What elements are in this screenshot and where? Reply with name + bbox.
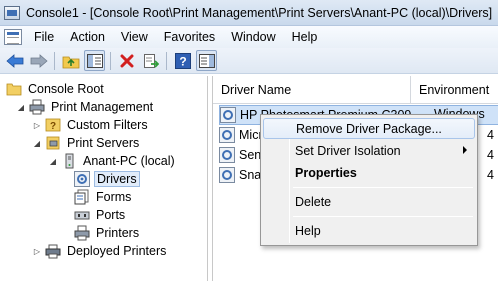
tree-item-anant-pc-local[interactable]: ◢ Anant-PC (local) bbox=[48, 152, 177, 170]
menu-item-label: Delete bbox=[295, 194, 332, 209]
tree-item-ports[interactable]: Ports bbox=[74, 206, 127, 224]
list-header: Driver Name Environment bbox=[213, 76, 498, 104]
delete-button[interactable] bbox=[116, 50, 137, 71]
menu-item-properties[interactable]: Properties bbox=[263, 162, 475, 183]
expanded-arrow-icon[interactable]: ◢ bbox=[16, 102, 26, 112]
expanded-arrow-icon[interactable]: ◢ bbox=[32, 138, 42, 148]
menu-file[interactable]: File bbox=[26, 26, 62, 48]
driver-icon bbox=[219, 147, 235, 163]
forms-icon bbox=[74, 189, 90, 205]
tree-item-custom-filters[interactable]: ▷ ? Custom Filters bbox=[32, 116, 150, 134]
tree-item-print-servers[interactable]: ◢ Print Servers bbox=[32, 134, 141, 152]
console-tree-pane[interactable]: Console Root ◢ Print Management ▷ ? Cust… bbox=[0, 76, 208, 281]
driver-icon bbox=[219, 127, 235, 143]
tree-item-label: Forms bbox=[96, 190, 132, 204]
filter-folder-icon: ? bbox=[45, 117, 61, 133]
driver-environment: 4 bbox=[487, 148, 494, 162]
export-list-button[interactable] bbox=[140, 50, 161, 71]
menu-bar: File Action View Favorites Window Help bbox=[0, 26, 498, 48]
menu-separator bbox=[293, 187, 473, 188]
driver-icon bbox=[219, 167, 235, 183]
menu-help[interactable]: Help bbox=[284, 26, 326, 48]
menu-view[interactable]: View bbox=[113, 26, 156, 48]
forward-arrow-icon bbox=[30, 53, 48, 68]
tree-item-deployed-printers[interactable]: ▷ Deployed Printers bbox=[32, 242, 168, 260]
context-menu: Remove Driver Package... Set Driver Isol… bbox=[260, 114, 478, 246]
tree-item-drivers[interactable]: Drivers bbox=[74, 170, 140, 188]
column-header-driver-name[interactable]: Driver Name bbox=[213, 76, 411, 104]
show-action-pane-icon bbox=[198, 53, 215, 68]
ports-icon bbox=[74, 207, 90, 223]
export-list-icon bbox=[143, 53, 159, 68]
toolbar-separator bbox=[110, 51, 111, 70]
up-folder-icon bbox=[62, 56, 79, 68]
back-arrow-icon bbox=[5, 53, 23, 68]
console-system-menu-icon[interactable] bbox=[4, 29, 22, 45]
mmc-app-icon bbox=[4, 5, 20, 20]
menu-item-label: Properties bbox=[295, 165, 357, 180]
printer-icon bbox=[74, 225, 90, 241]
show-hide-console-tree-button[interactable] bbox=[84, 50, 105, 71]
collapsed-arrow-icon[interactable]: ▷ bbox=[32, 246, 42, 256]
tree-item-label: Printers bbox=[96, 226, 140, 240]
show-hide-action-pane-button[interactable] bbox=[196, 50, 217, 71]
svg-text:?: ? bbox=[179, 54, 186, 68]
tree-item-label: Console Root bbox=[28, 82, 104, 96]
tree-item-label: Drivers bbox=[94, 171, 140, 187]
tree-item-label: Anant-PC (local) bbox=[83, 154, 175, 168]
menu-action[interactable]: Action bbox=[62, 26, 113, 48]
menu-window[interactable]: Window bbox=[223, 26, 283, 48]
help-icon: ? bbox=[174, 52, 191, 69]
menu-item-set-driver-isolation[interactable]: Set Driver Isolation bbox=[263, 140, 475, 161]
menu-favorites[interactable]: Favorites bbox=[156, 26, 223, 48]
up-one-level-button[interactable] bbox=[60, 50, 81, 71]
tree-item-label: Print Servers bbox=[67, 136, 140, 150]
folder-icon bbox=[6, 81, 22, 97]
back-button[interactable] bbox=[4, 50, 25, 71]
title-bar[interactable]: Console1 - [Console Root\Print Managemen… bbox=[0, 0, 498, 26]
computer-icon bbox=[61, 153, 77, 169]
printer-management-icon bbox=[29, 99, 45, 115]
svg-text:?: ? bbox=[50, 121, 56, 132]
tree-item-printers[interactable]: Printers bbox=[74, 224, 141, 242]
toolbar: ? bbox=[0, 48, 498, 74]
submenu-arrow-icon bbox=[463, 146, 467, 154]
toolbar-separator bbox=[166, 51, 167, 70]
tree-item-label: Deployed Printers bbox=[67, 244, 167, 258]
driver-environment: 4 bbox=[487, 168, 494, 182]
tree-item-console-root[interactable]: Console Root bbox=[6, 80, 106, 98]
forward-button[interactable] bbox=[28, 50, 49, 71]
tree-item-label: Ports bbox=[96, 208, 126, 222]
drivers-gear-icon bbox=[74, 171, 90, 187]
menu-item-label: Set Driver Isolation bbox=[295, 143, 401, 158]
menu-item-label: Remove Driver Package... bbox=[296, 121, 442, 136]
menu-separator bbox=[293, 216, 473, 217]
driver-icon bbox=[220, 107, 236, 123]
menu-item-remove-driver-package[interactable]: Remove Driver Package... bbox=[263, 118, 475, 139]
tree-item-print-management[interactable]: ◢ Print Management bbox=[16, 98, 155, 116]
show-hide-tree-icon bbox=[86, 53, 103, 68]
expanded-arrow-icon[interactable]: ◢ bbox=[48, 156, 58, 166]
collapsed-arrow-icon[interactable]: ▷ bbox=[32, 120, 42, 130]
tree-item-label: Print Management bbox=[51, 100, 154, 114]
toolbar-separator bbox=[54, 51, 55, 70]
tree-item-forms[interactable]: Forms bbox=[74, 188, 133, 206]
deployed-printers-icon bbox=[45, 243, 61, 259]
delete-x-icon bbox=[120, 54, 133, 67]
help-button[interactable]: ? bbox=[172, 50, 193, 71]
column-header-environment[interactable]: Environment bbox=[411, 76, 498, 104]
menu-item-help[interactable]: Help bbox=[263, 220, 475, 241]
tree-item-label: Custom Filters bbox=[67, 118, 148, 132]
menu-item-label: Help bbox=[295, 223, 321, 238]
print-servers-icon bbox=[45, 135, 61, 151]
window-title: Console1 - [Console Root\Print Managemen… bbox=[26, 5, 493, 20]
menu-item-delete[interactable]: Delete bbox=[263, 191, 475, 212]
